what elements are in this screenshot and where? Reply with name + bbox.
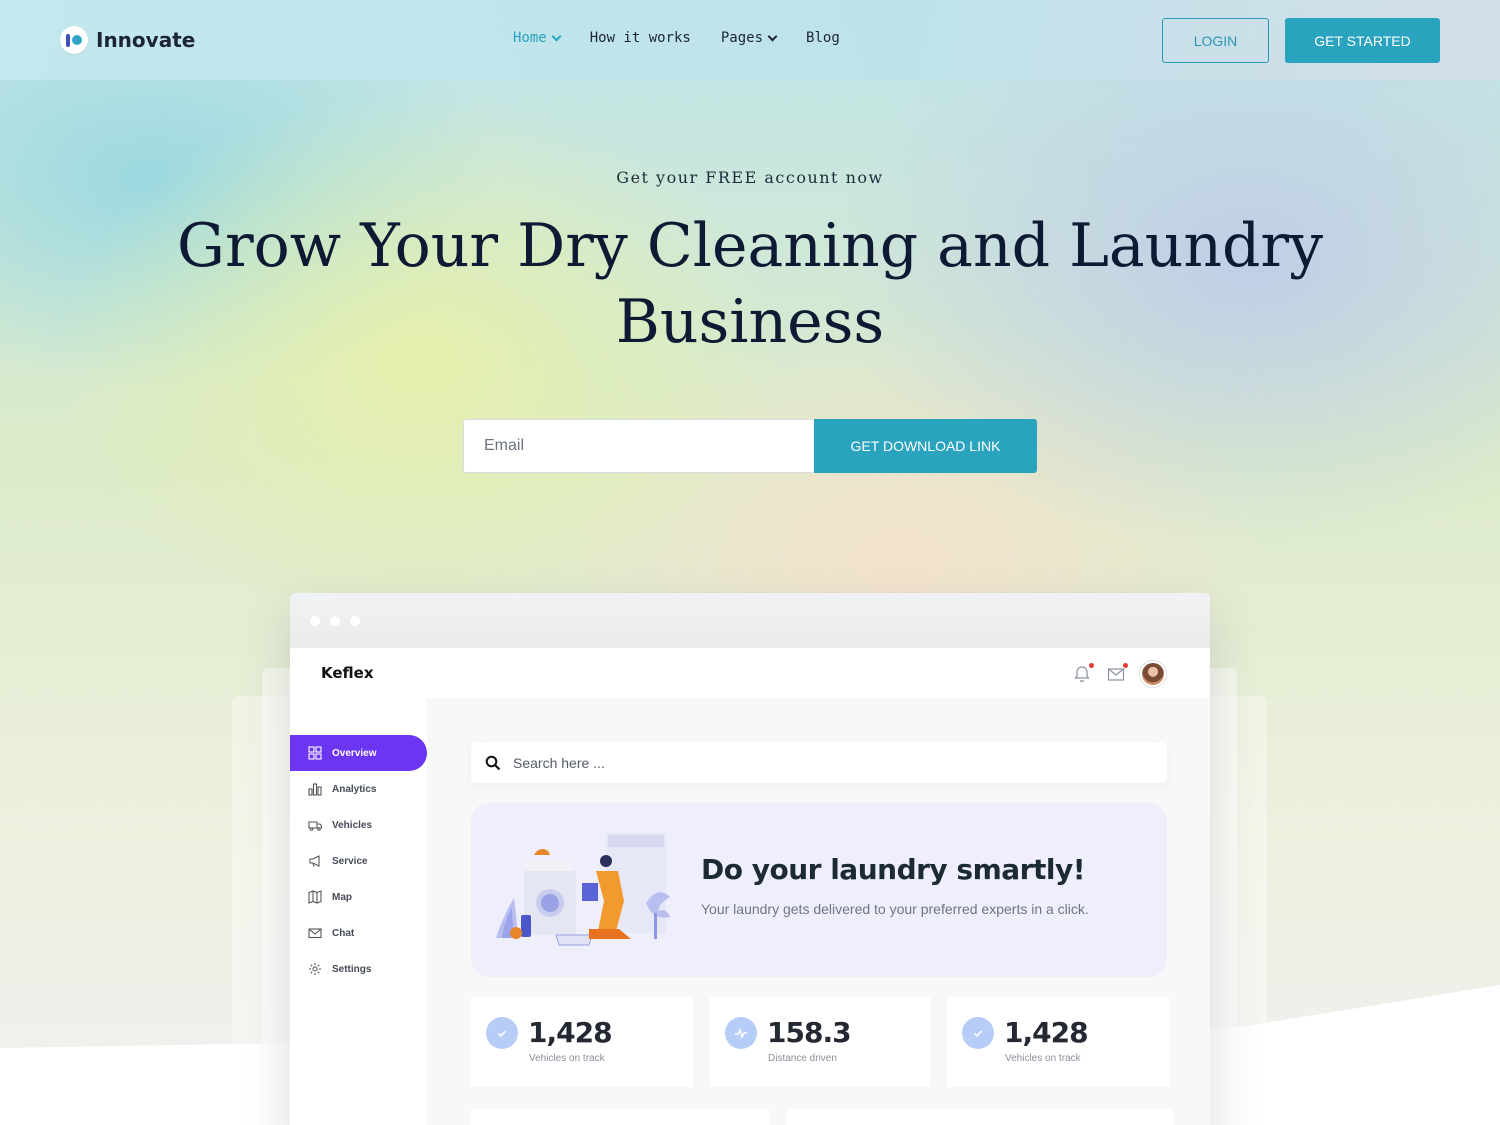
app-body: Overview Analytics Vehicles Service Map … (290, 698, 1210, 1125)
sidebar-item-analytics[interactable]: Analytics (290, 771, 427, 807)
sidebar-item-map[interactable]: Map (290, 879, 427, 915)
email-input[interactable] (463, 419, 814, 473)
gear-icon (309, 963, 321, 975)
stat-value: 1,428 (528, 1016, 613, 1049)
sidebar-item-chat[interactable]: Chat (290, 915, 427, 951)
sidebar-item-label: Settings (332, 963, 372, 975)
stat-card: 1,428 Vehicles on track (947, 997, 1169, 1087)
nav-pages[interactable]: Pages (720, 30, 778, 46)
grid-icon (308, 746, 322, 760)
stat-value: 158.3 (767, 1016, 852, 1049)
sidebar-item-vehicles[interactable]: Vehicles (290, 807, 427, 843)
activity-icon (725, 1017, 757, 1049)
mail-icon[interactable] (1106, 663, 1128, 684)
sidebar-item-label: Analytics (332, 783, 377, 795)
main-nav: Home How it works Pages Blog (513, 30, 840, 46)
truck-icon (308, 821, 322, 831)
topbar-actions (1072, 661, 1166, 687)
promo-banner: Do your laundry smartly! Your laundry ge… (471, 803, 1167, 977)
nav-blog-label: Blog (806, 30, 840, 46)
banner-title: Do your laundry smartly! (701, 853, 1085, 886)
nav-pages-label: Pages (720, 30, 764, 46)
get-download-link-button[interactable]: GET DOWNLOAD LINK (814, 419, 1037, 473)
stat-card: 1,428 Vehicles on track (471, 997, 693, 1087)
map-icon (308, 890, 322, 904)
nav-how-it-works-label: How it works (589, 30, 691, 46)
search-icon (485, 755, 501, 770)
stat-card: 158.3 Distance driven (710, 997, 930, 1087)
login-button[interactable]: LOGIN (1162, 18, 1269, 63)
hero-kicker: Get your FREE account now (616, 168, 884, 187)
search-input[interactable]: Search here ... (513, 755, 605, 771)
bar-chart-icon (308, 783, 322, 796)
get-started-button[interactable]: GET STARTED (1285, 18, 1440, 63)
sidebar-item-label: Map (332, 891, 352, 903)
signup-form: GET DOWNLOAD LINK (463, 419, 1037, 473)
check-icon (486, 1017, 518, 1049)
nav-home[interactable]: Home (513, 30, 562, 46)
window-dots (310, 616, 360, 626)
sidebar-item-label: Vehicles (332, 819, 373, 831)
mail-icon (308, 928, 322, 939)
sidebar-item-settings[interactable]: Settings (290, 951, 427, 987)
check-icon (962, 1017, 994, 1049)
avatar[interactable] (1140, 661, 1166, 687)
app-main: Search here ... Do your laundry smartly!… (427, 698, 1210, 1125)
chevron-down-icon (767, 31, 778, 41)
stat-value: 1,428 (1004, 1016, 1089, 1049)
content-card (786, 1109, 1174, 1125)
stat-label: Vehicles on track (1005, 1053, 1081, 1064)
megaphone-icon (309, 855, 320, 867)
chevron-down-icon (551, 31, 562, 41)
stat-label: Vehicles on track (529, 1053, 605, 1064)
sidebar-item-label: Overview (332, 747, 377, 759)
brand-name: Innovate (96, 28, 196, 52)
browser-chrome (290, 593, 1210, 648)
laundry-illustration (496, 833, 670, 946)
nav-blog[interactable]: Blog (806, 30, 840, 46)
stat-label: Distance driven (768, 1053, 837, 1064)
hero-title: Grow Your Dry Cleaning and Laundry Busin… (177, 211, 1323, 357)
nav-home-label: Home (513, 30, 547, 46)
nav-how-it-works[interactable]: How it works (590, 30, 691, 46)
sidebar-item-service[interactable]: Service (290, 843, 427, 879)
bell-icon[interactable] (1072, 663, 1094, 684)
brand-logo[interactable]: Innovate (60, 26, 195, 54)
dashboard-mockup: Keflex Overview Analytics Vehicles Servi… (290, 593, 1210, 1125)
logo-icon (60, 26, 88, 54)
site-header: Innovate Home How it works Pages Blog LO… (0, 0, 1500, 80)
banner-subtitle: Your laundry gets delivered to your pref… (701, 901, 1089, 917)
sidebar-item-label: Service (332, 855, 368, 867)
app-sidebar: Overview Analytics Vehicles Service Map … (290, 698, 427, 1125)
search-bar[interactable]: Search here ... (471, 742, 1167, 783)
app-topbar: Keflex (290, 648, 1210, 698)
sidebar-item-label: Chat (332, 927, 355, 939)
sidebar-item-overview[interactable]: Overview (290, 735, 427, 771)
app-brand: Keflex (321, 664, 374, 682)
content-card (471, 1109, 769, 1125)
